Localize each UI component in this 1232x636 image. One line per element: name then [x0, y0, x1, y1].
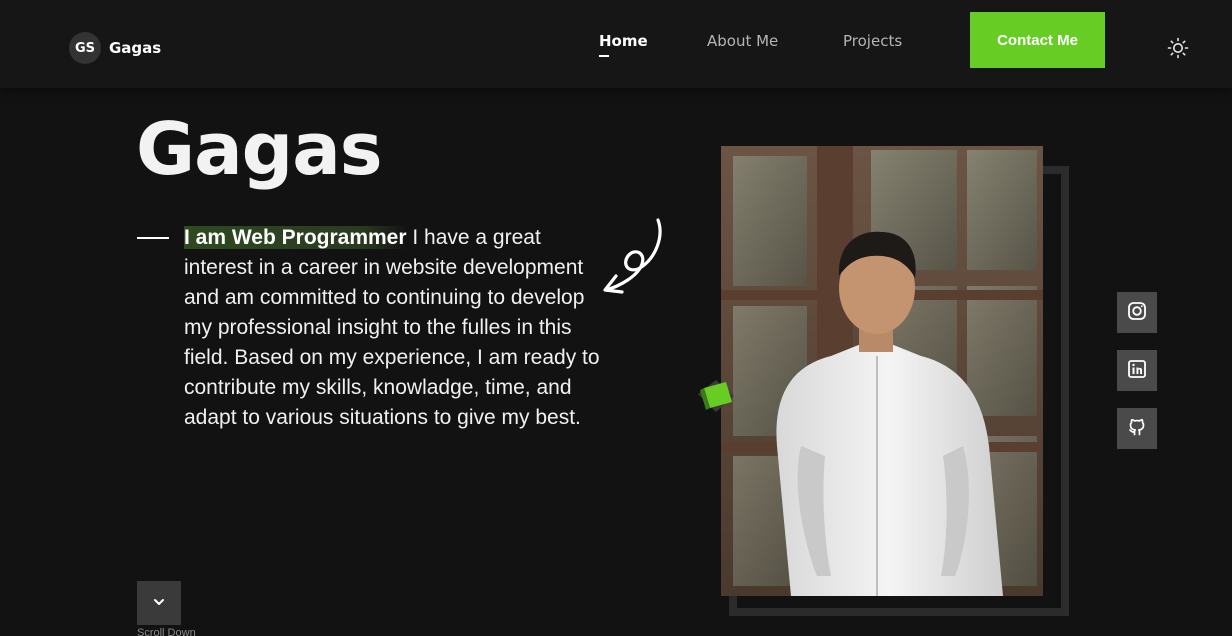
nav-home-link[interactable]: Home [599, 32, 648, 57]
instagram-link[interactable] [1117, 292, 1157, 333]
hero-highlight-text: I am Web Programmer [184, 226, 407, 249]
decorative-cube-icon [694, 374, 738, 416]
profile-photo [721, 146, 1043, 596]
hero-description: I have a great interest in a career in w… [184, 226, 600, 429]
nav-projects-link[interactable]: Projects [843, 32, 902, 50]
scroll-down-button[interactable] [137, 581, 181, 625]
linkedin-icon [1127, 359, 1147, 383]
hero-intro-text: I am Web Programmer I have a great inter… [184, 223, 614, 433]
chevron-down-icon [152, 594, 166, 613]
linkedin-link[interactable] [1117, 350, 1157, 391]
nav-active-indicator [599, 55, 609, 57]
squiggle-arrow-icon [598, 214, 668, 298]
github-icon [1127, 417, 1147, 441]
github-link[interactable] [1117, 408, 1157, 449]
nav-about-link[interactable]: About Me [707, 32, 778, 50]
instagram-icon [1127, 301, 1147, 325]
theme-toggle-sun-icon[interactable] [1166, 36, 1190, 60]
intro-dash-divider [137, 237, 169, 239]
site-header: GS Gagas Home About Me Projects Contact … [0, 0, 1232, 88]
nav-home-label: Home [599, 32, 648, 50]
scroll-down-label: Scroll Down [137, 627, 196, 636]
contact-me-button[interactable]: Contact Me [970, 12, 1105, 68]
brand-name: Gagas [109, 39, 162, 57]
hero-title: Gagas [136, 107, 383, 191]
brand-logo[interactable]: GS Gagas [69, 32, 161, 64]
brand-initials-badge: GS [69, 32, 101, 64]
